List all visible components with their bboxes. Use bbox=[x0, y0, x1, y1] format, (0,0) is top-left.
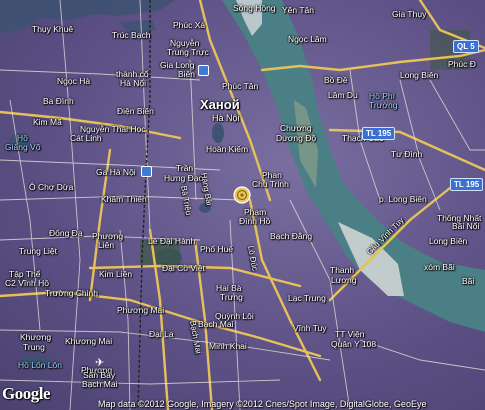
place-label: Ô Chợ Dừa bbox=[29, 182, 74, 192]
place-label: Giảng Võ bbox=[5, 142, 41, 152]
train-station-icon[interactable] bbox=[198, 65, 209, 76]
place-label: Vĩnh Tuy bbox=[293, 323, 327, 333]
place-label: Đại La bbox=[149, 329, 174, 339]
place-label: Trúc Bạch bbox=[112, 30, 151, 40]
place-label: Hưng Đạo bbox=[164, 173, 204, 183]
place-label: Hoàn Kiếm bbox=[206, 144, 249, 154]
place-label: Liên bbox=[98, 240, 115, 250]
place-label: Hà Nội bbox=[120, 78, 146, 88]
place-label: Bồ Đề bbox=[324, 75, 348, 85]
place-label: Phố Huế bbox=[200, 244, 234, 254]
place-label: Long Biên bbox=[400, 70, 439, 80]
place-label: Ba Đình bbox=[43, 96, 74, 106]
place-label: Ngọc Lâm bbox=[288, 34, 327, 44]
place-label: Phúc Tân bbox=[222, 81, 259, 91]
place-label: Ga Hà Nội bbox=[96, 167, 136, 177]
place-label: Bạch Mai bbox=[198, 319, 234, 329]
place-label: Kim Mã bbox=[33, 117, 62, 127]
railway bbox=[137, 0, 151, 410]
place-label: xóm Bãi bbox=[424, 262, 455, 272]
place-label: Bạch Đằng bbox=[270, 231, 313, 241]
place-label: Hà Nội bbox=[212, 113, 240, 123]
place-label: Hồ Lốn Lôn bbox=[18, 360, 62, 370]
place-label: Trường bbox=[369, 100, 398, 110]
road-shield: TL 195 bbox=[450, 178, 484, 191]
place-label: Khương Mai bbox=[65, 336, 113, 346]
place-label: Cát Linh bbox=[70, 133, 102, 143]
place-label: Bãi Nổi bbox=[452, 221, 480, 231]
place-label: Minh Khai bbox=[209, 341, 247, 351]
place-label: Trung bbox=[23, 342, 45, 352]
place-label: Thanh bbox=[330, 265, 355, 275]
place-label: Long Biên bbox=[429, 236, 468, 246]
train-station-icon[interactable] bbox=[141, 166, 152, 177]
map-attribution: Map data ©2012 Google, Imagery ©2012 Cne… bbox=[98, 399, 427, 409]
place-label: C2 Vĩnh Hồ bbox=[5, 278, 49, 288]
road-shield: QL 5 bbox=[453, 40, 479, 53]
place-label: Khâm Thiên bbox=[101, 194, 147, 204]
place-label: Chương bbox=[280, 123, 312, 133]
place-label: Dương Độ bbox=[276, 133, 317, 143]
google-logo[interactable]: Google bbox=[2, 384, 51, 404]
place-label: Đại Cồ Việt bbox=[162, 263, 205, 273]
place-label: Kim Liên bbox=[99, 269, 133, 279]
place-label: Điện Biên bbox=[117, 106, 154, 116]
road-shield: TL 195 bbox=[362, 127, 396, 140]
place-label: Trần bbox=[176, 163, 194, 173]
place-label: Sông Hồng bbox=[233, 3, 276, 13]
place-label: Biên bbox=[178, 69, 196, 79]
place-label: Bạch Mai bbox=[82, 379, 118, 389]
place-label: Ngọc Hà bbox=[57, 76, 91, 86]
place-label: Trung Liệt bbox=[19, 246, 57, 256]
place-label: Khương bbox=[20, 332, 52, 342]
place-label: Lạc Trung bbox=[288, 293, 326, 303]
place-label: Trường Chinh bbox=[45, 288, 98, 298]
place-label: Phúc Xá bbox=[173, 20, 206, 30]
place-label: Đống Đa bbox=[49, 228, 83, 238]
map-view[interactable]: Thụy Khuê Trúc Bạch Nguyễn Trung Trực Phúc X… bbox=[0, 0, 485, 410]
place-label: p. Long Biên bbox=[379, 194, 427, 204]
place-label: Gia Thụy bbox=[392, 9, 427, 19]
place-label: TT Viện bbox=[335, 329, 365, 339]
place-label: Trưng bbox=[220, 292, 243, 302]
place-label: Lương bbox=[331, 275, 357, 285]
place-label: Lâm Du bbox=[328, 90, 358, 100]
place-label: Bãi bbox=[462, 276, 475, 286]
place-label: Yên Tân bbox=[282, 5, 314, 15]
place-label: Phương Mai bbox=[117, 305, 165, 315]
place-label: Quân Y 108 bbox=[331, 339, 377, 349]
location-marker-icon[interactable] bbox=[233, 186, 251, 204]
place-label: Trung Trực bbox=[167, 47, 209, 57]
city-title: Ханой bbox=[200, 97, 240, 112]
place-label: Lê Đại Hành bbox=[148, 236, 196, 246]
place-label: Tư Đình bbox=[391, 149, 423, 159]
airport-icon: ✈ bbox=[95, 357, 105, 369]
hoan-kiem-lake bbox=[212, 123, 224, 143]
place-label: Đình Hồ bbox=[239, 216, 271, 226]
place-label: Chu Trinh bbox=[252, 179, 289, 189]
place-label: Thụy Khuê bbox=[32, 24, 74, 34]
place-label: Phúc Đ bbox=[448, 59, 476, 69]
